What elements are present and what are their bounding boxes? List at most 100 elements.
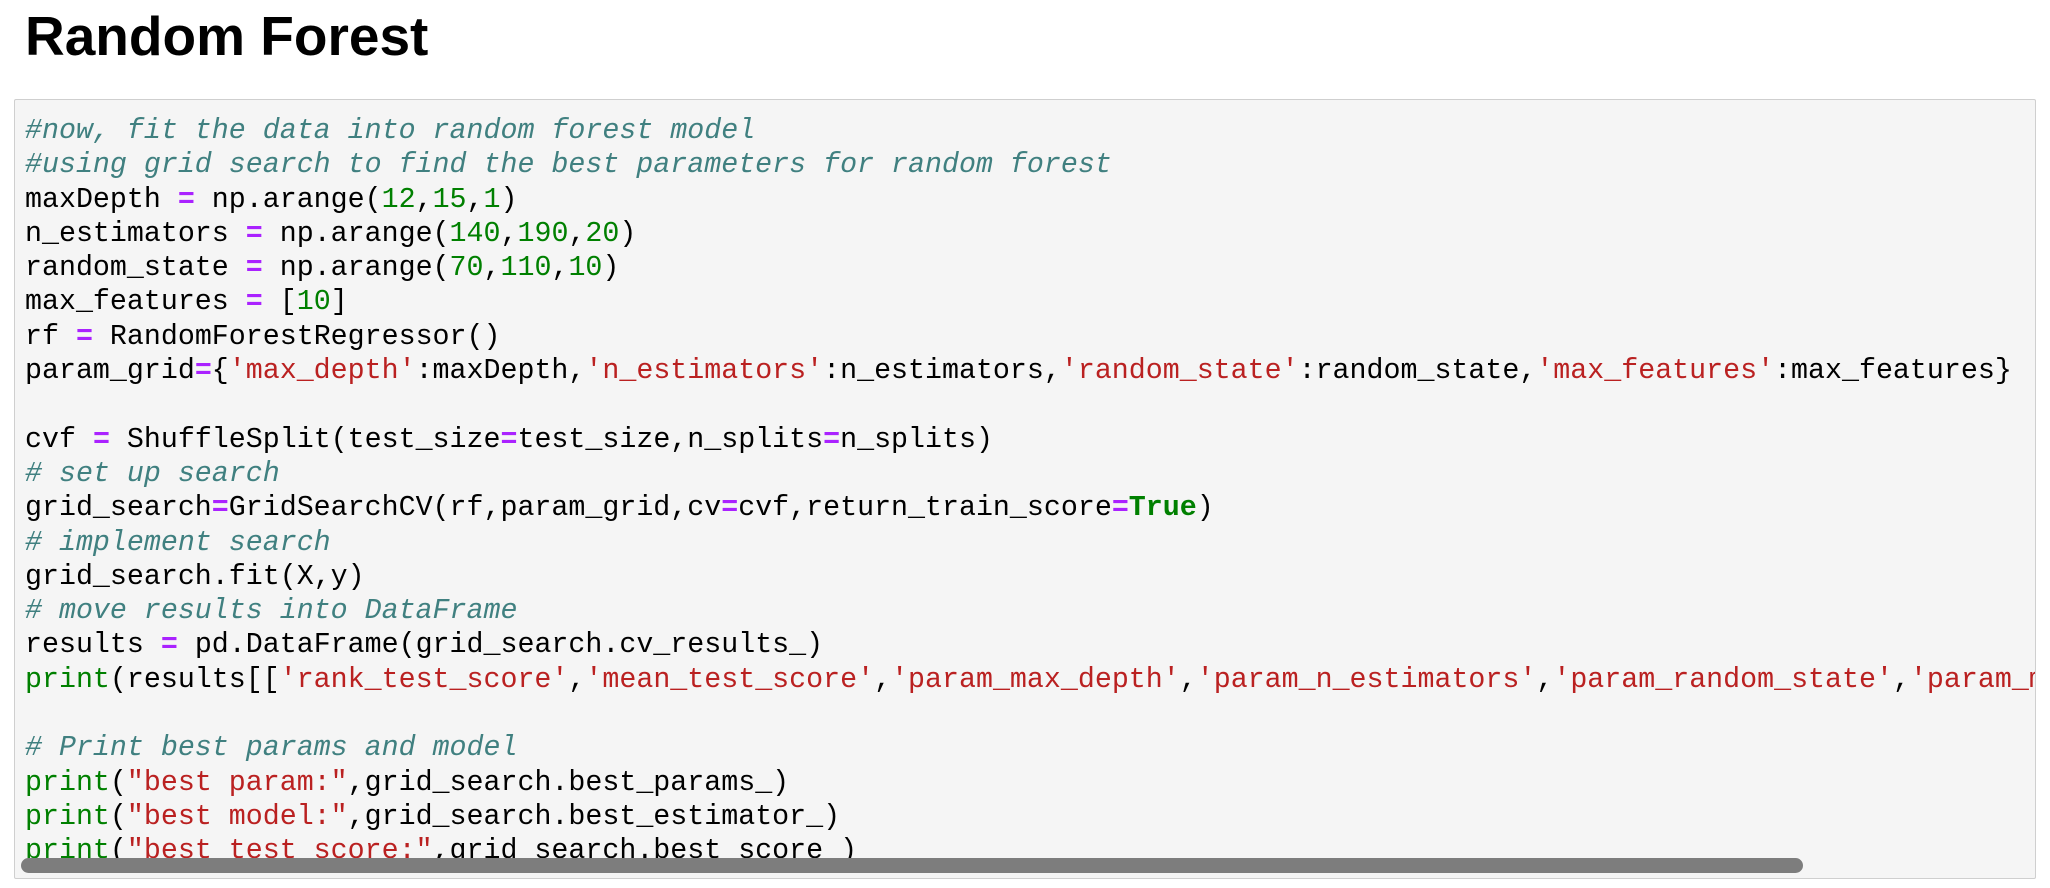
code-token: :random_state,: [1298, 355, 1537, 388]
code-token: {: [211, 355, 229, 388]
code-token: rf: [25, 320, 76, 353]
code-token: =: [92, 423, 110, 456]
code-token: np.arange(: [194, 183, 382, 216]
code-token: 'max_depth': [228, 355, 416, 388]
code-token: 20: [585, 217, 620, 250]
code-cell[interactable]: #now, fit the data into random forest mo…: [14, 99, 2036, 879]
code-token: ,: [568, 217, 586, 250]
code-token: 'rank_test_score': [279, 663, 569, 696]
code-token: print: [25, 800, 110, 833]
code-line: # implement search: [25, 526, 2035, 560]
code-line: max_features = [10]: [25, 285, 2035, 319]
code-token: 1: [483, 183, 501, 216]
code-line: grid_search=GridSearchCV(rf,param_grid,c…: [25, 491, 2035, 525]
code-token: cvf,return_train_score: [738, 492, 1112, 525]
code-token: 10: [296, 286, 331, 319]
code-line: print("best param:",grid_search.best_par…: [25, 766, 2035, 800]
code-token: #now, fit the data into random forest mo…: [25, 115, 756, 147]
code-token: param_grid: [25, 355, 195, 388]
code-token: =: [75, 320, 93, 353]
code-token: 'mean_test_score': [585, 663, 875, 696]
code-token: grid_search: [25, 492, 212, 525]
code-token: :max_features}: [1774, 355, 2012, 388]
code-token: =: [500, 423, 518, 456]
code-line: # move results into DataFrame: [25, 594, 2035, 628]
code-token: cvf: [25, 423, 93, 456]
code-token: 'random_state': [1060, 355, 1299, 388]
code-line: maxDepth = np.arange(12,15,1): [25, 183, 2035, 217]
code-token: # Print best params and model: [25, 732, 518, 765]
code-token: :maxDepth,: [415, 355, 586, 388]
code-token: =: [177, 183, 195, 216]
code-token: =: [721, 492, 739, 525]
code-token: #using grid search to find the best para…: [25, 149, 1112, 182]
code-token: "best model:": [126, 800, 348, 833]
code-token: results: [25, 629, 161, 662]
code-token: 'param_n_estimators': [1196, 663, 1537, 696]
code-token: (: [109, 766, 127, 799]
code-token: ): [619, 217, 637, 250]
code-token: :n_estimators,: [823, 355, 1061, 388]
code-token: np.arange(: [262, 217, 450, 250]
code-token: ): [500, 183, 518, 216]
code-token: ,: [500, 217, 518, 250]
code-token: ,: [466, 183, 484, 216]
code-line: results = pd.DataFrame(grid_search.cv_re…: [25, 628, 2035, 662]
code-token: grid_search.fit(X,y): [25, 560, 365, 593]
code-token: 10: [568, 252, 603, 285]
code-line: random_state = np.arange(70,110,10): [25, 251, 2035, 285]
code-line: print("best model:",grid_search.best_est…: [25, 800, 2035, 834]
code-token: max_features: [25, 286, 246, 319]
code-token: 15: [432, 183, 467, 216]
code-token: test_size,n_splits: [517, 423, 824, 456]
code-token: print: [25, 663, 110, 696]
code-token: ,: [551, 252, 569, 285]
code-token: np.arange(: [262, 252, 450, 285]
code-line: grid_search.fit(X,y): [25, 560, 2035, 594]
code-token: n_estimators: [25, 217, 246, 250]
code-line: cvf = ShuffleSplit(test_size=test_size,n…: [25, 423, 2035, 457]
code-token: random_state: [25, 252, 246, 285]
code-token: ,grid_search.best_estimator_): [347, 800, 841, 833]
code-token: # set up search: [25, 457, 280, 490]
code-token: =: [245, 217, 263, 250]
code-line: #now, fit the data into random forest mo…: [25, 114, 2035, 148]
code-token: pd.DataFrame(grid_search.cv_results_): [177, 629, 824, 662]
code-token: # move results into DataFrame: [25, 595, 518, 628]
code-token: print: [25, 766, 110, 799]
horizontal-scrollbar[interactable]: [21, 858, 1803, 873]
code-line: # Print best params and model: [25, 731, 2035, 765]
code-token: (: [109, 800, 127, 833]
code-token: 'param_m: [1909, 663, 2036, 696]
code-token: # implement search: [25, 526, 331, 559]
code-token: RandomForestRegressor(): [92, 320, 501, 353]
code-token: 110: [500, 252, 552, 285]
code-token: ,: [483, 252, 501, 285]
code-token: 12: [381, 183, 416, 216]
code-token: [: [262, 286, 297, 319]
code-line: rf = RandomForestRegressor(): [25, 320, 2035, 354]
code-token: n_splits): [840, 423, 993, 456]
code-token: 'max_features': [1536, 355, 1775, 388]
code-token: ShuffleSplit(test_size: [109, 423, 501, 456]
code-token: ,: [1892, 663, 1910, 696]
code-token: 190: [517, 217, 569, 250]
code-token: =: [194, 355, 212, 388]
code-token: GridSearchCV(rf,param_grid,cv: [228, 492, 722, 525]
code-line: param_grid={'max_depth':maxDepth,'n_esti…: [25, 354, 2035, 388]
code-editor[interactable]: #now, fit the data into random forest mo…: [25, 114, 2036, 869]
code-token: True: [1128, 492, 1197, 525]
code-token: ): [1196, 492, 1214, 525]
code-token: 'n_estimators': [585, 355, 824, 388]
code-token: =: [160, 629, 178, 662]
code-token: "best param:": [126, 766, 348, 799]
code-line: print(results[['rank_test_score','mean_t…: [25, 663, 2036, 697]
code-token: =: [1111, 492, 1129, 525]
code-token: =: [211, 492, 229, 525]
code-token: 70: [449, 252, 484, 285]
code-token: ,: [874, 663, 892, 696]
code-token: ,: [1179, 663, 1197, 696]
code-token: (results[[: [109, 663, 280, 696]
code-token: 'param_random_state': [1553, 663, 1893, 696]
